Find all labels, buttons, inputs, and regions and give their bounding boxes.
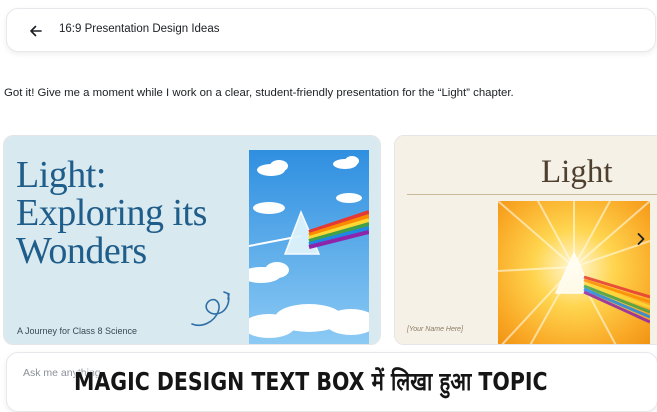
page-title: 16:9 Presentation Design Ideas [59,23,220,35]
chevron-right-icon [637,233,645,245]
design-card-2[interactable]: Light [Your Name Here] [394,135,657,345]
overlay-caption: MAGIC DESIGN TEXT BOX में लिखा हुआ TOPIC [74,367,548,396]
carousel-next-button[interactable] [636,232,646,251]
assistant-message: Got it! Give me a moment while I work on… [4,87,514,99]
design-subtitle: A Journey for Class 8 Science [17,326,138,336]
arrow-left-icon [30,25,42,37]
back-button[interactable] [25,20,47,42]
title-divider [407,194,657,195]
name-placeholder: [Your Name Here] [407,326,464,333]
swirl-doodle-icon [191,291,230,327]
header-bar: 16:9 Presentation Design Ideas [6,8,656,52]
design-title: Light: Exploring its Wonders [16,154,207,272]
design-title: Light [541,154,613,190]
prism-sky-illustration [249,150,369,344]
design-card-1[interactable]: Light: Exploring its Wonders A Journey f… [3,135,381,345]
prism-sunburst-illustration [498,201,650,344]
